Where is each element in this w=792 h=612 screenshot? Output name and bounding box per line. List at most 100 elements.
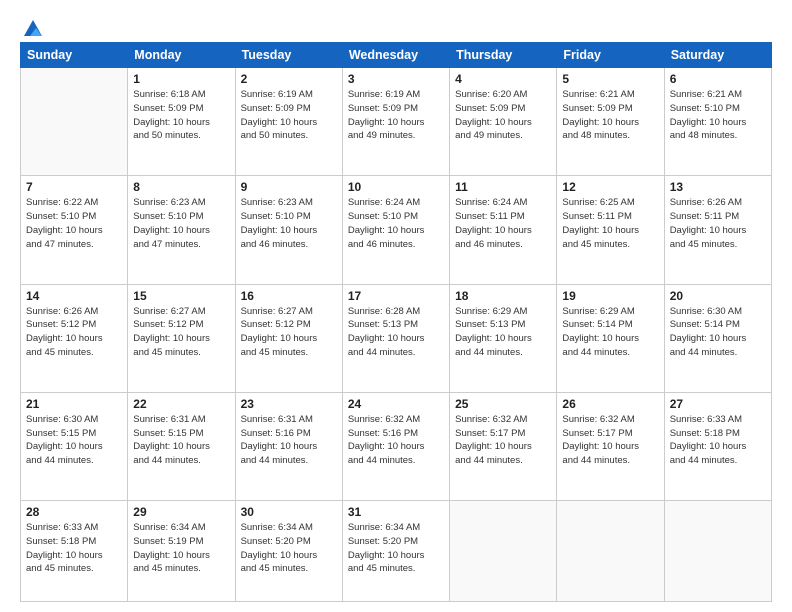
day-info: Sunrise: 6:30 AMSunset: 5:15 PMDaylight:… <box>26 413 122 468</box>
day-number: 31 <box>348 505 444 519</box>
day-info: Sunrise: 6:30 AMSunset: 5:14 PMDaylight:… <box>670 305 766 360</box>
day-number: 25 <box>455 397 551 411</box>
day-info: Sunrise: 6:33 AMSunset: 5:18 PMDaylight:… <box>26 521 122 576</box>
day-number: 6 <box>670 72 766 86</box>
calendar-cell: 23 Sunrise: 6:31 AMSunset: 5:16 PMDayligh… <box>235 392 342 500</box>
day-number: 23 <box>241 397 337 411</box>
calendar-week-row: 14 Sunrise: 6:26 AMSunset: 5:12 PMDayligh… <box>21 284 772 392</box>
day-number: 15 <box>133 289 229 303</box>
calendar-cell: 21 Sunrise: 6:30 AMSunset: 5:15 PMDayligh… <box>21 392 128 500</box>
weekday-header-saturday: Saturday <box>664 43 771 68</box>
calendar-cell: 18Sunrise: 6:29 AMSunset: 5:13 PMDayligh… <box>450 284 557 392</box>
calendar-cell: 12 Sunrise: 6:25 AMSunset: 5:11 PMDayligh… <box>557 176 664 284</box>
day-info: Sunrise: 6:29 AMSunset: 5:14 PMDaylight:… <box>562 305 658 360</box>
day-info: Sunrise: 6:26 AMSunset: 5:12 PMDaylight:… <box>26 305 122 360</box>
day-number: 24 <box>348 397 444 411</box>
logo-icon <box>22 18 44 40</box>
day-number: 28 <box>26 505 122 519</box>
calendar-cell: 14 Sunrise: 6:26 AMSunset: 5:12 PMDayligh… <box>21 284 128 392</box>
day-number: 20 <box>670 289 766 303</box>
calendar-cell: 5 Sunrise: 6:21 AMSunset: 5:09 PMDaylight… <box>557 68 664 176</box>
calendar-cell: 17Sunrise: 6:28 AMSunset: 5:13 PMDayligh… <box>342 284 449 392</box>
calendar-cell <box>557 501 664 602</box>
calendar-week-row: 21 Sunrise: 6:30 AMSunset: 5:15 PMDayligh… <box>21 392 772 500</box>
page: SundayMondayTuesdayWednesdayThursdayFrid… <box>0 0 792 612</box>
calendar-table: SundayMondayTuesdayWednesdayThursdayFrid… <box>20 42 772 602</box>
day-number: 4 <box>455 72 551 86</box>
calendar-body: 1Sunrise: 6:18 AMSunset: 5:09 PMDaylight… <box>21 68 772 602</box>
calendar-cell: 26 Sunrise: 6:32 AMSunset: 5:17 PMDayligh… <box>557 392 664 500</box>
day-info: Sunrise: 6:27 AMSunset: 5:12 PMDaylight:… <box>133 305 229 360</box>
day-number: 26 <box>562 397 658 411</box>
weekday-header-friday: Friday <box>557 43 664 68</box>
day-number: 12 <box>562 180 658 194</box>
day-number: 19 <box>562 289 658 303</box>
day-info: Sunrise: 6:34 AMSunset: 5:20 PMDaylight:… <box>348 521 444 576</box>
calendar-week-row: 1Sunrise: 6:18 AMSunset: 5:09 PMDaylight… <box>21 68 772 176</box>
calendar-cell: 7Sunrise: 6:22 AMSunset: 5:10 PMDaylight… <box>21 176 128 284</box>
day-info: Sunrise: 6:32 AMSunset: 5:17 PMDaylight:… <box>455 413 551 468</box>
calendar-cell: 29 Sunrise: 6:34 AMSunset: 5:19 PMDayligh… <box>128 501 235 602</box>
day-number: 5 <box>562 72 658 86</box>
day-number: 27 <box>670 397 766 411</box>
day-number: 11 <box>455 180 551 194</box>
weekday-header-sunday: Sunday <box>21 43 128 68</box>
day-info: Sunrise: 6:31 AMSunset: 5:16 PMDaylight:… <box>241 413 337 468</box>
day-number: 3 <box>348 72 444 86</box>
day-number: 29 <box>133 505 229 519</box>
weekday-header-thursday: Thursday <box>450 43 557 68</box>
day-number: 10 <box>348 180 444 194</box>
day-info: Sunrise: 6:27 AMSunset: 5:12 PMDaylight:… <box>241 305 337 360</box>
day-number: 16 <box>241 289 337 303</box>
calendar-cell: 3 Sunrise: 6:19 AMSunset: 5:09 PMDaylight… <box>342 68 449 176</box>
day-info: Sunrise: 6:24 AMSunset: 5:11 PMDaylight:… <box>455 196 551 251</box>
day-info: Sunrise: 6:31 AMSunset: 5:15 PMDaylight:… <box>133 413 229 468</box>
day-number: 9 <box>241 180 337 194</box>
weekday-header-monday: Monday <box>128 43 235 68</box>
day-info: Sunrise: 6:21 AMSunset: 5:09 PMDaylight:… <box>562 88 658 143</box>
calendar-cell: 6Sunrise: 6:21 AMSunset: 5:10 PMDaylight… <box>664 68 771 176</box>
calendar-cell <box>21 68 128 176</box>
calendar-cell: 30 Sunrise: 6:34 AMSunset: 5:20 PMDayligh… <box>235 501 342 602</box>
day-info: Sunrise: 6:34 AMSunset: 5:20 PMDaylight:… <box>241 521 337 576</box>
calendar-cell: 27 Sunrise: 6:33 AMSunset: 5:18 PMDayligh… <box>664 392 771 500</box>
calendar-cell: 8 Sunrise: 6:23 AMSunset: 5:10 PMDaylight… <box>128 176 235 284</box>
calendar-cell: 4 Sunrise: 6:20 AMSunset: 5:09 PMDaylight… <box>450 68 557 176</box>
day-number: 13 <box>670 180 766 194</box>
calendar-cell <box>664 501 771 602</box>
calendar-cell: 10Sunrise: 6:24 AMSunset: 5:10 PMDayligh… <box>342 176 449 284</box>
day-number: 30 <box>241 505 337 519</box>
header <box>20 18 772 36</box>
calendar-cell: 16 Sunrise: 6:27 AMSunset: 5:12 PMDayligh… <box>235 284 342 392</box>
calendar-cell: 31 Sunrise: 6:34 AMSunset: 5:20 PMDayligh… <box>342 501 449 602</box>
logo <box>20 18 44 36</box>
day-number: 1 <box>133 72 229 86</box>
day-info: Sunrise: 6:32 AMSunset: 5:16 PMDaylight:… <box>348 413 444 468</box>
weekday-header-wednesday: Wednesday <box>342 43 449 68</box>
calendar-cell: 15 Sunrise: 6:27 AMSunset: 5:12 PMDayligh… <box>128 284 235 392</box>
calendar-cell: 24 Sunrise: 6:32 AMSunset: 5:16 PMDayligh… <box>342 392 449 500</box>
day-info: Sunrise: 6:32 AMSunset: 5:17 PMDaylight:… <box>562 413 658 468</box>
day-number: 14 <box>26 289 122 303</box>
day-number: 22 <box>133 397 229 411</box>
day-number: 18 <box>455 289 551 303</box>
calendar-cell: 19 Sunrise: 6:29 AMSunset: 5:14 PMDayligh… <box>557 284 664 392</box>
calendar-cell: 20 Sunrise: 6:30 AMSunset: 5:14 PMDayligh… <box>664 284 771 392</box>
calendar-cell: 28 Sunrise: 6:33 AMSunset: 5:18 PMDayligh… <box>21 501 128 602</box>
day-info: Sunrise: 6:33 AMSunset: 5:18 PMDaylight:… <box>670 413 766 468</box>
calendar-cell: 25 Sunrise: 6:32 AMSunset: 5:17 PMDayligh… <box>450 392 557 500</box>
day-info: Sunrise: 6:23 AMSunset: 5:10 PMDaylight:… <box>133 196 229 251</box>
day-info: Sunrise: 6:20 AMSunset: 5:09 PMDaylight:… <box>455 88 551 143</box>
calendar-cell <box>450 501 557 602</box>
calendar-week-row: 28 Sunrise: 6:33 AMSunset: 5:18 PMDayligh… <box>21 501 772 602</box>
calendar-cell: 11 Sunrise: 6:24 AMSunset: 5:11 PMDayligh… <box>450 176 557 284</box>
day-number: 7 <box>26 180 122 194</box>
day-info: Sunrise: 6:26 AMSunset: 5:11 PMDaylight:… <box>670 196 766 251</box>
day-info: Sunrise: 6:25 AMSunset: 5:11 PMDaylight:… <box>562 196 658 251</box>
day-info: Sunrise: 6:19 AMSunset: 5:09 PMDaylight:… <box>241 88 337 143</box>
day-number: 8 <box>133 180 229 194</box>
day-info: Sunrise: 6:34 AMSunset: 5:19 PMDaylight:… <box>133 521 229 576</box>
calendar-week-row: 7Sunrise: 6:22 AMSunset: 5:10 PMDaylight… <box>21 176 772 284</box>
day-number: 21 <box>26 397 122 411</box>
day-info: Sunrise: 6:19 AMSunset: 5:09 PMDaylight:… <box>348 88 444 143</box>
